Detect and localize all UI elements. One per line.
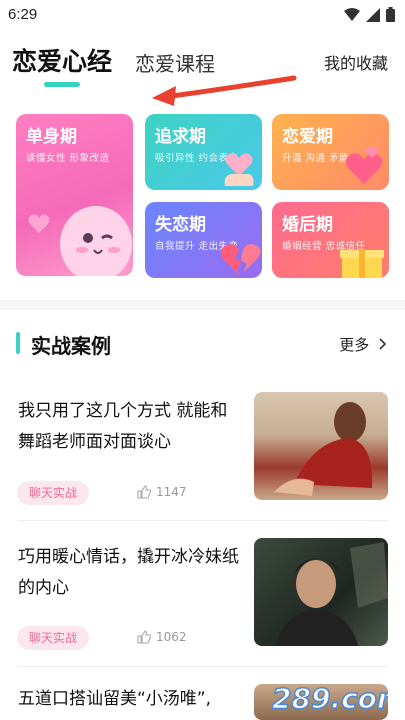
article-views: 1147 [137, 485, 187, 499]
thumb-up-icon [137, 630, 151, 644]
article-title: 巧用暖心情话，撬开冰冷妹纸的内心 [18, 547, 239, 598]
views-count: 1147 [156, 485, 187, 499]
category-title: 单身期 [26, 127, 77, 147]
blob-mascot-icon [60, 206, 132, 276]
tab-love-guide[interactable]: 恋爱心经 [12, 42, 112, 78]
views-count: 1062 [156, 630, 187, 644]
category-breakup[interactable]: 失恋期 自我提升 走出失恋 [145, 202, 262, 278]
man-photo-icon [276, 542, 388, 646]
section-accent-bar [16, 332, 20, 354]
more-link[interactable]: 更多 [339, 334, 387, 355]
annotation-arrow-icon [152, 75, 297, 106]
status-icons [344, 7, 395, 22]
thumb-up-icon [137, 485, 151, 499]
article-item[interactable]: 我只用了这几个方式 就能和舞蹈老师面对面谈心 聊天实战 1147 [0, 392, 405, 512]
status-bar: 6:29 [0, 0, 405, 32]
category-pursuit[interactable]: 追求期 吸引异性 约会表白 [145, 114, 262, 190]
article-tag: 聊天实战 [17, 481, 90, 505]
article-title: 我只用了这几个方式 就能和舞蹈老师面对面谈心 [18, 401, 228, 452]
my-favorites-link[interactable]: 我的收藏 [324, 50, 388, 74]
category-title: 失恋期 [155, 215, 206, 235]
signal-icon [366, 7, 380, 22]
svg-text:289.com: 289.com [272, 682, 388, 715]
article-item[interactable]: 巧用暖心情话，撬开冰冷妹纸的内心 聊天实战 1062 [0, 538, 405, 658]
category-subtitle: 读懂女性 形象改造 [26, 153, 110, 164]
more-label: 更多 [339, 336, 370, 354]
article-title: 五道口搭讪留美“小汤唯”, [18, 689, 212, 709]
article-thumbnail [254, 392, 388, 500]
category-title: 恋爱期 [282, 127, 333, 147]
couple-hearts-icon [345, 146, 383, 184]
wifi-icon [344, 7, 360, 21]
woman-photo-icon [274, 402, 373, 496]
section-title: 实战案例 [31, 334, 111, 358]
tab-love-course[interactable]: 恋爱课程 [135, 48, 215, 77]
category-single[interactable]: 单身期 读懂女性 形象改造 [16, 114, 133, 276]
list-separator [18, 666, 388, 667]
article-thumbnail [254, 538, 388, 646]
article-views: 1062 [137, 630, 187, 644]
tab-indicator [44, 82, 80, 87]
broken-heart-icon [220, 244, 261, 276]
gift-box-icon [340, 250, 384, 278]
chevron-right-icon [379, 338, 387, 350]
category-dating[interactable]: 恋爱期 升温 沟通 矛盾 [272, 114, 389, 190]
heart-icon [28, 214, 50, 233]
watermark-logo: 289.com [268, 680, 405, 720]
category-title: 婚后期 [282, 215, 333, 235]
battery-icon [386, 7, 395, 22]
article-tag: 聊天实战 [17, 626, 90, 650]
hand-heart-icon [224, 153, 254, 186]
status-time: 6:29 [8, 6, 38, 23]
category-subtitle: 升温 沟通 矛盾 [282, 153, 350, 164]
section-divider [0, 300, 405, 310]
category-married[interactable]: 婚后期 婚姻经营 忠诚信任 [272, 202, 389, 278]
category-title: 追求期 [155, 127, 206, 147]
list-separator [18, 520, 388, 521]
